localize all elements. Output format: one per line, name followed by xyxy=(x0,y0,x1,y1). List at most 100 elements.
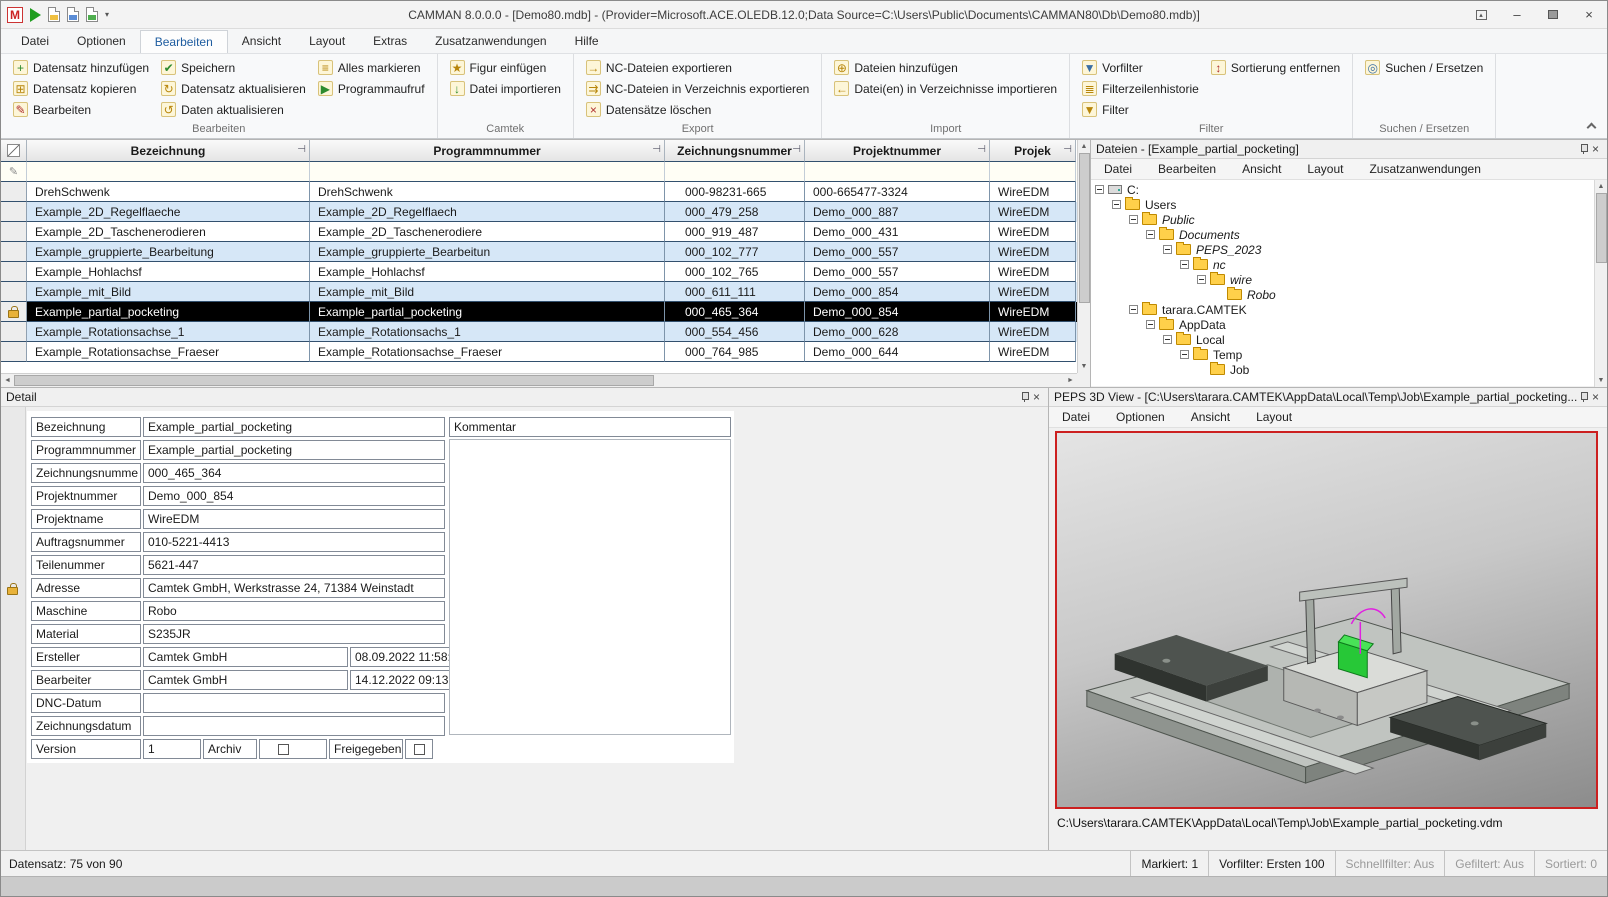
ribbon-button-daten-aktualisieren[interactable]: ↺Daten aktualisieren xyxy=(155,99,312,120)
grid-vertical-scrollbar[interactable]: ▲ ▼ xyxy=(1077,140,1090,373)
files-menu-zusatzanwendungen[interactable]: Zusatzanwendungen xyxy=(1356,162,1493,176)
peps-menu-datei[interactable]: Datei xyxy=(1049,410,1103,424)
close-icon[interactable]: × xyxy=(1030,391,1043,403)
field-value-dnc-datum[interactable] xyxy=(143,693,445,713)
ribbon-button-datensatz-aktualisieren[interactable]: ↻Datensatz aktualisieren xyxy=(155,78,312,99)
menu-tab-bearbeiten[interactable]: Bearbeiten xyxy=(140,30,228,53)
tree-expander-icon[interactable] xyxy=(1180,260,1189,269)
files-menu-bearbeiten[interactable]: Bearbeiten xyxy=(1145,162,1229,176)
ribbon-button-datensatz-kopieren[interactable]: ⊞Datensatz kopieren xyxy=(7,78,155,99)
column-pin-icon[interactable]: ⊣ xyxy=(652,144,661,155)
close-button[interactable]: × xyxy=(1571,1,1607,28)
field-value-bezeichnung[interactable]: Example_partial_pocketing xyxy=(143,417,445,437)
tree-expander-icon[interactable] xyxy=(1129,215,1138,224)
scroll-down-icon[interactable]: ▼ xyxy=(1078,360,1091,373)
field-value-maschine[interactable]: Robo xyxy=(143,601,445,621)
tree-item-local[interactable]: Local xyxy=(1091,332,1607,347)
menu-tab-datei[interactable]: Datei xyxy=(7,30,63,53)
ribbon-button-datei-importieren[interactable]: ↓Datei importieren xyxy=(444,78,567,99)
column-header-programmnummer[interactable]: Programmnummer⊣ xyxy=(310,140,665,162)
tree-expander-icon[interactable] xyxy=(1095,185,1104,194)
tree-expander-icon[interactable] xyxy=(1163,335,1172,344)
scroll-down-icon[interactable]: ▼ xyxy=(1595,374,1608,387)
table-row[interactable]: Example_2D_TaschenerodierenExample_2D_Ta… xyxy=(1,222,1090,242)
scrollbar-thumb[interactable] xyxy=(1596,193,1607,263)
ribbon-button-datei-en-in-verzeichnisse-importieren[interactable]: ←Datei(en) in Verzeichnisse importieren xyxy=(828,78,1063,99)
menu-tab-layout[interactable]: Layout xyxy=(295,30,359,53)
tree-item-appdata[interactable]: AppData xyxy=(1091,317,1607,332)
document-edit-icon[interactable] xyxy=(48,7,60,22)
archiv-checkbox-cell[interactable] xyxy=(259,739,327,759)
ribbon-button-bearbeiten[interactable]: ✎Bearbeiten xyxy=(7,99,155,120)
field-value-teilenummer[interactable]: 5621-447 xyxy=(143,555,445,575)
tree-item-tarara-camtek[interactable]: tarara.CAMTEK xyxy=(1091,302,1607,317)
ribbon-button-dateien-hinzufügen[interactable]: ⊕Dateien hinzufügen xyxy=(828,57,1063,78)
files-menu-datei[interactable]: Datei xyxy=(1091,162,1145,176)
column-pin-icon[interactable]: ⊣ xyxy=(297,144,306,155)
field-value-adresse[interactable]: Camtek GmbH, Werkstrasse 24, 71384 Weins… xyxy=(143,578,445,598)
tree-item-c[interactable]: C: xyxy=(1091,182,1607,197)
menu-tab-zusatzanwendungen[interactable]: Zusatzanwendungen xyxy=(421,30,560,53)
minimize-button[interactable]: – xyxy=(1499,1,1535,28)
ribbon-button-suchen-ersetzen[interactable]: ◎Suchen / Ersetzen xyxy=(1359,57,1489,78)
table-row[interactable]: DrehSchwenkDrehSchwenk000-98231-665000-6… xyxy=(1,182,1090,202)
ribbon-button-filterzeilenhistorie[interactable]: ≣Filterzeilenhistorie xyxy=(1076,78,1205,99)
filter-cell-zeichnungsnummer[interactable] xyxy=(665,162,805,182)
run-icon[interactable] xyxy=(30,8,41,22)
field-value-material[interactable]: S235JR xyxy=(143,624,445,644)
table-row[interactable]: Example_mit_BildExample_mit_Bild000_611_… xyxy=(1,282,1090,302)
ribbon-button-nc-dateien-in-verzeichnis-exportieren[interactable]: ⇉NC-Dateien in Verzeichnis exportieren xyxy=(580,78,815,99)
ribbon-button-datensatz-hinzufügen[interactable]: +Datensatz hinzufügen xyxy=(7,57,155,78)
column-pin-icon[interactable]: ⊣ xyxy=(1063,144,1072,155)
tree-expander-icon[interactable] xyxy=(1112,200,1121,209)
field-value-zeichnungsnumme[interactable]: 000_465_364 xyxy=(143,463,445,483)
tree-item-peps-2023[interactable]: PEPS_2023 xyxy=(1091,242,1607,257)
tree-expander-icon[interactable] xyxy=(1146,230,1155,239)
column-header-bezeichnung[interactable]: Bezeichnung⊣ xyxy=(27,140,310,162)
filter-cell-projek[interactable] xyxy=(990,162,1076,182)
ribbon-display-options-button[interactable]: ▴ xyxy=(1463,1,1499,28)
menu-tab-ansicht[interactable]: Ansicht xyxy=(228,30,295,53)
grid-horizontal-scrollbar[interactable]: ◄ ► xyxy=(1,373,1077,387)
column-header-projek[interactable]: Projek⊣ xyxy=(990,140,1076,162)
tree-item-job[interactable]: Job xyxy=(1091,362,1607,377)
table-row[interactable]: Example_2D_RegelflaecheExample_2D_Regelf… xyxy=(1,202,1090,222)
column-pin-icon[interactable]: ⊣ xyxy=(792,144,801,155)
ribbon-button-alles-markieren[interactable]: ≡Alles markieren xyxy=(312,57,431,78)
pin-icon[interactable] xyxy=(1578,143,1589,155)
tree-vertical-scrollbar[interactable]: ▲ ▼ xyxy=(1594,180,1607,387)
scroll-up-icon[interactable]: ▲ xyxy=(1595,180,1608,193)
scrollbar-thumb[interactable] xyxy=(1079,153,1090,303)
tree-expander-icon[interactable] xyxy=(1146,320,1155,329)
document-export-icon[interactable] xyxy=(86,7,98,22)
peps-panel-caption[interactable]: PEPS 3D View - [C:\Users\tarara.CAMTEK\A… xyxy=(1049,388,1607,407)
peps-menu-layout[interactable]: Layout xyxy=(1243,410,1305,424)
maximize-button[interactable] xyxy=(1535,1,1571,28)
document-import-icon[interactable] xyxy=(67,7,79,22)
column-header-zeichnungsnummer[interactable]: Zeichnungsnummer⊣ xyxy=(665,140,805,162)
tree-expander-icon[interactable] xyxy=(1129,305,1138,314)
ribbon-collapse-icon[interactable] xyxy=(1587,122,1595,130)
archiv-checkbox[interactable] xyxy=(278,744,289,755)
pin-icon[interactable] xyxy=(1019,391,1030,403)
scroll-left-icon[interactable]: ◄ xyxy=(1,374,14,387)
pin-icon[interactable] xyxy=(1578,391,1589,403)
menu-tab-optionen[interactable]: Optionen xyxy=(63,30,140,53)
field-value-projektnummer[interactable]: Demo_000_854 xyxy=(143,486,445,506)
tree-item-users[interactable]: Users xyxy=(1091,197,1607,212)
3d-viewport[interactable] xyxy=(1055,431,1598,809)
ribbon-button-sortierung-entfernen[interactable]: ↕Sortierung entfernen xyxy=(1205,57,1346,78)
ribbon-button-figur-einfügen[interactable]: ★Figur einfügen xyxy=(444,57,567,78)
field-value-zeichnungsdatum[interactable] xyxy=(143,716,445,736)
ribbon-button-programmaufruf[interactable]: ▶Programmaufruf xyxy=(312,78,431,99)
freigegeben-checkbox-cell[interactable] xyxy=(405,739,433,759)
scroll-up-icon[interactable]: ▲ xyxy=(1078,140,1091,153)
table-row[interactable]: Example_gruppierte_BearbeitungExample_gr… xyxy=(1,242,1090,262)
detail-panel-caption[interactable]: Detail × xyxy=(1,388,1048,407)
tree-item-temp[interactable]: Temp xyxy=(1091,347,1607,362)
close-icon[interactable]: × xyxy=(1589,143,1602,155)
files-menu-layout[interactable]: Layout xyxy=(1294,162,1356,176)
toolbar-options-dropdown-icon[interactable]: ▾ xyxy=(105,10,109,19)
field-value-ersteller[interactable]: Camtek GmbH xyxy=(143,647,348,667)
table-row[interactable]: Example_Rotationsachse_FraeserExample_Ro… xyxy=(1,342,1090,362)
